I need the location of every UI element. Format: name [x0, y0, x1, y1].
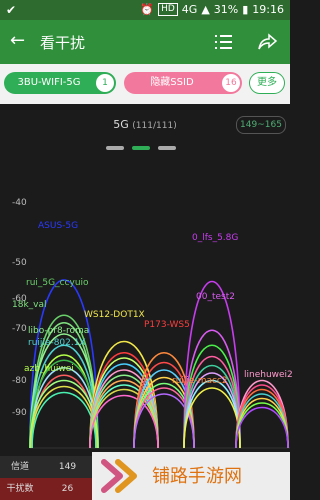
- page-dot[interactable]: [106, 146, 124, 150]
- band-count: (111/111): [132, 121, 177, 131]
- y-tick: -80: [12, 376, 27, 386]
- clock: 19:16: [252, 3, 284, 16]
- signal-icon: ▲: [201, 3, 210, 16]
- ssid-label: azb_huiwei: [24, 364, 74, 374]
- hidden-ssid-label: 隐藏SSID: [150, 77, 194, 88]
- ssid-label: ruijie-802.1X: [28, 338, 86, 348]
- y-tick: -50: [12, 258, 27, 268]
- network-type: 4G: [181, 3, 198, 16]
- ssid-label: 00_test2: [196, 292, 235, 302]
- page-dot-active[interactable]: [132, 146, 150, 150]
- ssid-label: linehuwei2: [244, 370, 293, 380]
- ssid-label: 0_lfs_5.8G: [192, 233, 239, 243]
- app-bar: ← 看干扰: [0, 20, 290, 64]
- battery-icon: ▮: [242, 3, 249, 16]
- ssid-label: 18k_val: [12, 300, 47, 310]
- ssid-label: libo-pr8-roma: [28, 326, 90, 336]
- band-name: 5G: [113, 118, 129, 131]
- ssid-label: WS12-DOT1X: [84, 310, 145, 320]
- watermark-logo-icon: [101, 459, 137, 493]
- page-dot[interactable]: [158, 146, 176, 150]
- ssid-filter-count: 1: [96, 74, 114, 92]
- interference-chart: 5G (111/111) 149~165 -40 -50 -60 -70 -80…: [0, 104, 293, 456]
- channel-label: 信道: [10, 462, 29, 472]
- y-tick: -90: [12, 408, 27, 418]
- channel-value: 149: [58, 462, 77, 472]
- page-indicator: [106, 146, 176, 150]
- watermark: 铺路手游网: [92, 452, 290, 500]
- ssid-label: ASUS-5G: [38, 221, 79, 231]
- more-button[interactable]: 更多: [249, 72, 285, 94]
- watermark-text: 铺路手游网: [152, 466, 242, 487]
- channel-range-button[interactable]: 149~165: [236, 116, 286, 134]
- interference-row: 干扰数 26: [0, 478, 95, 500]
- back-arrow-icon[interactable]: ←: [10, 31, 30, 51]
- ssid-label: rui_5G_ccyuio: [26, 278, 89, 288]
- share-icon[interactable]: [256, 31, 278, 53]
- check-icon: ✔: [6, 3, 17, 17]
- hd-badge: HD: [158, 3, 178, 16]
- alarm-icon: ⏰: [140, 3, 155, 16]
- y-tick: -70: [12, 324, 27, 334]
- hidden-ssid-count: 16: [222, 74, 240, 92]
- channel-row: 信道 149: [0, 456, 95, 478]
- page-title: 看干扰: [40, 34, 86, 52]
- ssid-filter-chip[interactable]: 3BU-WIFI-5G 1: [4, 72, 116, 94]
- hidden-ssid-chip[interactable]: 隐藏SSID 16: [124, 72, 242, 94]
- list-menu-icon[interactable]: [212, 31, 234, 53]
- filter-bar: 3BU-WIFI-5G 1 隐藏SSID 16 更多: [0, 64, 290, 104]
- ssid-filter-label: 3BU-WIFI-5G: [17, 77, 81, 88]
- battery-level: 31%: [213, 3, 239, 16]
- interference-value: 26: [61, 484, 74, 494]
- ssid-label: ruijie-macc2: [172, 376, 228, 386]
- ssid-label: P173-WS5: [144, 320, 190, 330]
- status-bar: ✔ ⏰ HD 4G ▲ 31% ▮ 19:16: [0, 0, 290, 20]
- y-tick: -40: [12, 198, 27, 208]
- interference-label: 干扰数: [6, 484, 34, 494]
